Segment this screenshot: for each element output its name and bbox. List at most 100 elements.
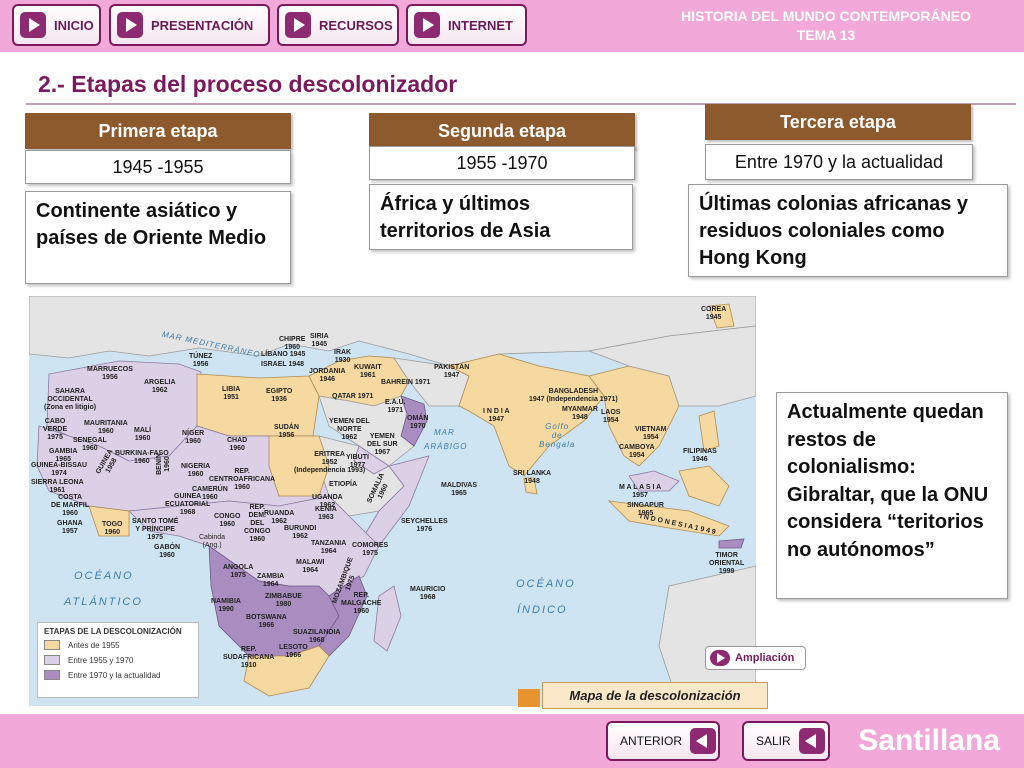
country-label: GHANA 1957 [57, 520, 83, 535]
legend-swatch [44, 670, 60, 680]
country-label: SENEGAL 1960 [73, 437, 107, 452]
country-label: MALAWI 1964 [296, 559, 325, 574]
sea-label: MAR [434, 428, 455, 437]
play-icon [20, 12, 46, 38]
country-label: LIBIA 1951 [222, 386, 241, 401]
country-label: COREA 1945 [701, 306, 727, 321]
country-label: MAURITANIA 1960 [84, 420, 128, 435]
back-arrow-icon [798, 728, 825, 754]
play-icon [285, 12, 311, 38]
internet-label: INTERNET [448, 17, 513, 33]
country-label: KUWAIT 1961 [354, 364, 382, 379]
sea-label: ARÁBIGO [424, 442, 468, 451]
country-label: REP. MALGACHE 1960 [341, 592, 382, 615]
country-label: BAHREIN 1971 [381, 379, 431, 386]
country-label: LÍBANO 1945 [261, 351, 306, 358]
country-label: TIMOR ORIENTAL 1999 [709, 552, 745, 575]
play-icon [117, 12, 143, 38]
country-label: YIBUTI 1977 [346, 454, 369, 469]
country-label: CONGO 1960 [214, 513, 241, 528]
ampliacion-button[interactable]: Ampliación [705, 646, 806, 670]
country-label: BOTSWANA 1966 [246, 614, 287, 629]
country-label: MARRUECOS 1956 [87, 366, 133, 381]
anterior-button[interactable]: ANTERIOR [606, 721, 720, 761]
country-label: COMORES 1975 [352, 542, 389, 557]
country-label: BENÍN 1960 [155, 453, 171, 475]
country-label: TANZANIA 1964 [311, 540, 347, 555]
anterior-label: ANTERIOR [620, 734, 683, 748]
country-label: SUAZILANDIA 1968 [293, 629, 341, 644]
country-label: Cabinda (Ang.) [199, 534, 226, 549]
country-label: SIRIA 1945 [310, 333, 329, 348]
country-label: SRI LANKA 1948 [513, 470, 552, 485]
country-label: MALÍ 1960 [134, 427, 152, 442]
course-title-line1: HISTORIA DEL MUNDO CONTEMPORÁNEO [681, 8, 971, 24]
country-label: I N D I A 1947 [483, 408, 510, 423]
country-label: ZIMBABUE 1980 [265, 593, 302, 608]
ocean-label: ÍNDICO [517, 604, 568, 616]
inicio-button[interactable]: INICIO [12, 4, 101, 46]
country-label: CHAD 1960 [227, 437, 248, 452]
inicio-label: INICIO [54, 17, 94, 33]
country-label: GUINEA-BISSAU 1974 [31, 462, 88, 477]
country-label: MYANMAR 1948 [562, 406, 598, 421]
back-arrow-icon [690, 728, 717, 754]
country-label: SANTO TOMÉ Y PRÍNCIPE 1975 [132, 518, 179, 541]
country-label: VIETNAM 1954 [635, 426, 667, 441]
country-label: GABÓN 1960 [154, 544, 181, 559]
country-label: QATAR 1971 [332, 393, 374, 400]
country-label: LAOS 1954 [601, 409, 621, 424]
country-label: JORDANIA 1946 [309, 368, 346, 383]
legend-item: Antes de 1955 [44, 640, 192, 650]
ocean-label: ATLÁNTICO [64, 596, 143, 608]
legend-label: Entre 1955 y 1970 [68, 655, 134, 665]
ocean-label: OCÉANO [74, 570, 134, 582]
course-title: HISTORIA DEL MUNDO CONTEMPORÁNEO TEMA 13 [646, 7, 1006, 45]
legend-item: Entre 1955 y 1970 [44, 655, 192, 665]
country-label: ISRAEL 1948 [261, 361, 305, 368]
stage-3-header: Tercera etapa [705, 104, 971, 140]
country-label: CAMBOYA 1954 [619, 444, 655, 459]
country-label: NAMIBIA 1990 [211, 598, 241, 613]
country-label: CHIPRE 1960 [279, 336, 306, 351]
salir-button[interactable]: SALIR [742, 721, 830, 761]
country-label: RUANDA 1962 [264, 510, 295, 525]
country-label: EGIPTO 1936 [266, 388, 293, 403]
country-label: TOGO 1960 [102, 521, 123, 536]
page-title: 2.- Etapas del proceso descolonizador [38, 71, 458, 97]
country-label: ARGELIA 1962 [144, 379, 176, 394]
legend-label: Antes de 1955 [68, 640, 120, 650]
colonialism-note: Actualmente quedan restos de colonialism… [776, 392, 1008, 599]
internet-button[interactable]: INTERNET [406, 4, 527, 46]
legend-title: ETAPAS DE LA DESCOLONIZACIÓN [44, 627, 182, 636]
recursos-button[interactable]: RECURSOS [277, 4, 399, 46]
legend-label: Entre 1970 y la actualidad [68, 670, 161, 680]
recursos-label: RECURSOS [319, 17, 393, 33]
stage-2-header: Segunda etapa [369, 113, 635, 149]
decolonization-map: OCÉANO ATLÁNTICO OCÉANO ÍNDICO MAR MEDIT… [29, 296, 756, 706]
country-label: SUDÁN 1956 [274, 424, 299, 439]
country-label: IRAK 1930 [334, 349, 352, 364]
sea-label: Golfo de Bengala [539, 422, 576, 449]
legend-item: Entre 1970 y la actualidad [44, 670, 192, 680]
presentacion-button[interactable]: PRESENTACIÓN [109, 4, 270, 46]
stage-2-description: África y últimos territorios de Asia [369, 184, 633, 250]
country-label: YEMEN DEL SUR 1967 [367, 433, 398, 456]
country-label: PAKISTÁN 1947 [434, 364, 470, 379]
ocean-label: OCÉANO [516, 578, 576, 590]
caption-tab [518, 689, 540, 707]
country-label: M A L A S I A 1957 [619, 484, 662, 499]
country-label: BURUNDI 1962 [284, 525, 317, 540]
brand-logo: Santillana [858, 724, 1000, 757]
country-label: GUINEA ECUATORIAL 1968 [165, 493, 211, 516]
country-label: OMÁN 1970 [407, 415, 429, 430]
country-label: ZAMBIA 1964 [257, 573, 285, 588]
stage-1-header: Primera etapa [25, 113, 291, 149]
presentacion-label: PRESENTACIÓN [151, 17, 254, 33]
legend-swatch [44, 655, 60, 665]
country-label: NÍGER 1960 [182, 430, 205, 445]
country-label: REP. SUDAFRICANA 1910 [223, 646, 275, 669]
course-title-line2: TEMA 13 [796, 27, 856, 43]
salir-label: SALIR [756, 734, 791, 748]
play-icon [414, 12, 440, 38]
